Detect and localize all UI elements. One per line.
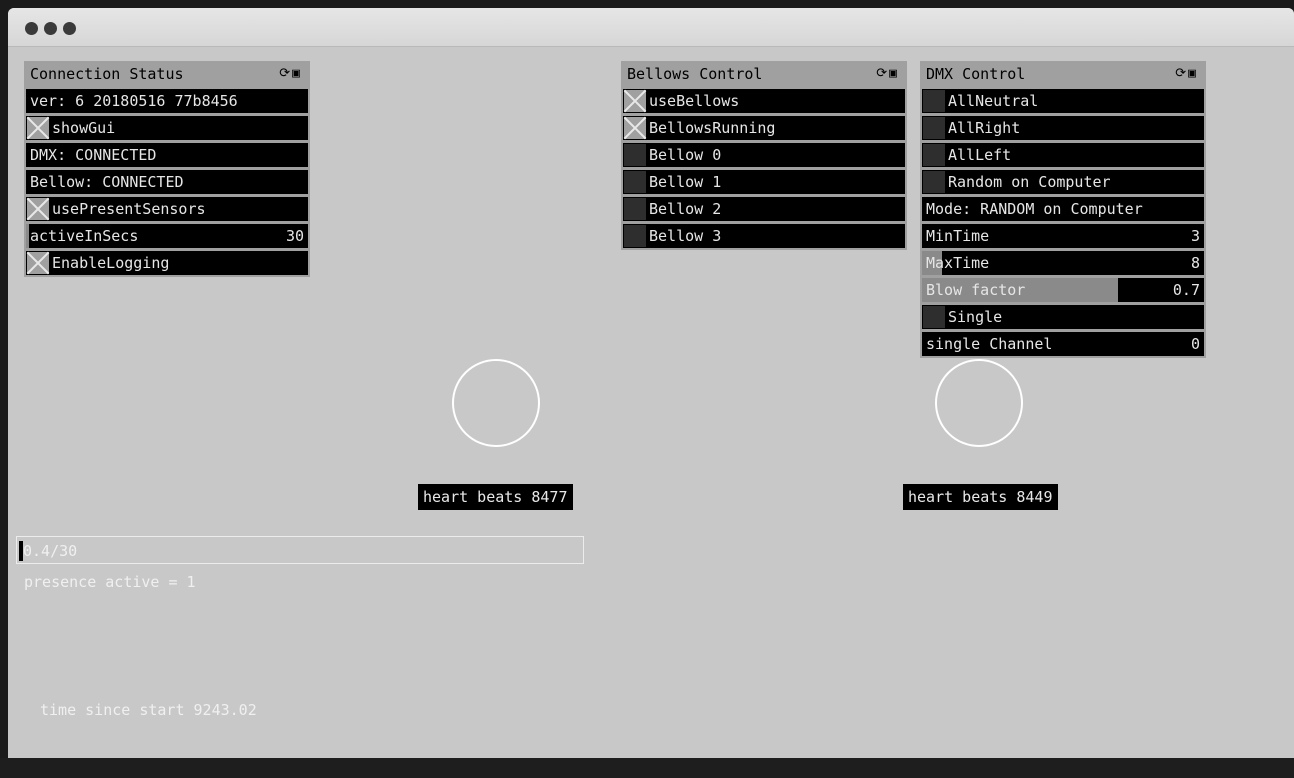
connection-status-panel: Connection Status ⟳▣ ver: 6 20180516 77b… — [24, 61, 310, 277]
min-time-slider[interactable]: MinTime 3 — [922, 224, 1204, 248]
enable-logging-label: EnableLogging — [52, 254, 170, 272]
checkbox-icon[interactable] — [624, 225, 646, 247]
all-left-toggle[interactable]: AllLeft — [922, 143, 1204, 167]
title-bar — [8, 8, 1294, 47]
min-time-value: 3 — [1190, 227, 1200, 245]
zoom-window-button[interactable] — [63, 22, 76, 35]
checkbox-icon[interactable] — [624, 198, 646, 220]
checkbox-icon[interactable] — [27, 252, 49, 274]
dmx-control-panel: DMX Control ⟳▣ AllNeutral AllRight AllLe… — [920, 61, 1206, 358]
bottom-bar — [0, 758, 1294, 778]
single-channel-label: single Channel — [926, 335, 1053, 353]
checkbox-icon[interactable] — [923, 117, 945, 139]
random-on-computer-toggle[interactable]: Random on Computer — [922, 170, 1204, 194]
slider-fill — [26, 224, 29, 248]
max-time-value: 8 — [1190, 254, 1200, 272]
blow-factor-slider[interactable]: Blow factor 0.7 — [922, 278, 1204, 302]
show-gui-toggle[interactable]: showGui — [26, 116, 308, 140]
max-time-label: MaxTime — [926, 254, 990, 272]
mode-text: Mode: RANDOM on Computer — [926, 200, 1143, 218]
presence-progress-bar: 0.4/30 — [16, 536, 584, 564]
checkbox-icon[interactable] — [624, 90, 646, 112]
single-channel-slider[interactable]: single Channel 0 — [922, 332, 1204, 356]
bellow-status-text: Bellow: CONNECTED — [30, 173, 184, 191]
use-bellows-label: useBellows — [649, 92, 740, 110]
random-on-computer-label: Random on Computer — [948, 173, 1111, 191]
bellows-control-panel: Bellows Control ⟳▣ useBellows BellowsRun… — [621, 61, 907, 250]
right-heartbeat-circle — [935, 359, 1023, 447]
bellow-3-label: Bellow 3 — [649, 227, 722, 245]
progress-text: 0.4/30 — [23, 542, 78, 560]
min-time-label: MinTime — [926, 227, 990, 245]
blow-factor-value: 0.7 — [1172, 281, 1200, 299]
minimize-window-button[interactable] — [44, 22, 57, 35]
dmx-panel-header[interactable]: DMX Control ⟳▣ — [922, 62, 1204, 86]
all-neutral-label: AllNeutral — [948, 92, 1039, 110]
checkbox-icon[interactable] — [27, 198, 49, 220]
bellows-panel-header[interactable]: Bellows Control ⟳▣ — [623, 62, 905, 86]
version-text: ver: 6 20180516 77b8456 — [30, 92, 238, 110]
max-time-slider[interactable]: MaxTime 8 — [922, 251, 1204, 275]
bellow-1-toggle[interactable]: Bellow 1 — [623, 170, 905, 194]
single-label: Single — [948, 308, 1003, 326]
use-bellows-toggle[interactable]: useBellows — [623, 89, 905, 113]
bellow-2-label: Bellow 2 — [649, 200, 722, 218]
blow-factor-label: Blow factor — [926, 281, 1026, 299]
bellows-running-toggle[interactable]: BellowsRunning — [623, 116, 905, 140]
bellow-2-toggle[interactable]: Bellow 2 — [623, 197, 905, 221]
checkbox-icon[interactable] — [923, 306, 945, 328]
time-since-start: time since start 9243.02 — [40, 701, 257, 719]
checkbox-icon[interactable] — [624, 171, 646, 193]
mode-label: Mode: RANDOM on Computer — [922, 197, 1204, 221]
single-channel-value: 0 — [1190, 335, 1200, 353]
dmx-status-text: DMX: CONNECTED — [30, 146, 157, 164]
reload-save-icons[interactable]: ⟳▣ — [876, 62, 899, 86]
checkbox-icon[interactable] — [624, 144, 646, 166]
checkbox-icon[interactable] — [27, 117, 49, 139]
checkbox-icon[interactable] — [624, 117, 646, 139]
bellow-0-toggle[interactable]: Bellow 0 — [623, 143, 905, 167]
connection-panel-title: Connection Status — [30, 65, 184, 83]
left-heartbeat-circle — [452, 359, 540, 447]
all-right-label: AllRight — [948, 119, 1021, 137]
bellow-0-label: Bellow 0 — [649, 146, 722, 164]
presence-status: presence active = 1 — [24, 573, 196, 591]
bellow-status-label: Bellow: CONNECTED — [26, 170, 308, 194]
dmx-status-label: DMX: CONNECTED — [26, 143, 308, 167]
close-window-button[interactable] — [25, 22, 38, 35]
active-in-secs-slider[interactable]: activeInSecs 30 — [26, 224, 308, 248]
show-gui-label: showGui — [52, 119, 116, 137]
use-present-sensors-label: usePresentSensors — [52, 200, 206, 218]
bellow-1-label: Bellow 1 — [649, 173, 722, 191]
bellow-3-toggle[interactable]: Bellow 3 — [623, 224, 905, 248]
bellows-running-label: BellowsRunning — [649, 119, 776, 137]
active-in-secs-label: activeInSecs — [30, 227, 139, 245]
right-heartbeat-label: heart beats 8449 — [903, 484, 1058, 510]
checkbox-icon[interactable] — [923, 144, 945, 166]
checkbox-icon[interactable] — [923, 171, 945, 193]
checkbox-icon[interactable] — [923, 90, 945, 112]
left-heartbeat-label: heart beats 8477 — [418, 484, 573, 510]
single-toggle[interactable]: Single — [922, 305, 1204, 329]
reload-save-icons[interactable]: ⟳▣ — [1175, 62, 1198, 86]
use-present-sensors-toggle[interactable]: usePresentSensors — [26, 197, 308, 221]
version-label: ver: 6 20180516 77b8456 — [26, 89, 308, 113]
bellows-panel-title: Bellows Control — [627, 65, 763, 83]
dmx-panel-title: DMX Control — [926, 65, 1026, 83]
enable-logging-toggle[interactable]: EnableLogging — [26, 251, 308, 275]
connection-panel-header[interactable]: Connection Status ⟳▣ — [26, 62, 308, 86]
active-in-secs-value: 30 — [285, 227, 304, 245]
reload-save-icons[interactable]: ⟳▣ — [279, 62, 302, 86]
all-neutral-toggle[interactable]: AllNeutral — [922, 89, 1204, 113]
all-left-label: AllLeft — [948, 146, 1012, 164]
all-right-toggle[interactable]: AllRight — [922, 116, 1204, 140]
